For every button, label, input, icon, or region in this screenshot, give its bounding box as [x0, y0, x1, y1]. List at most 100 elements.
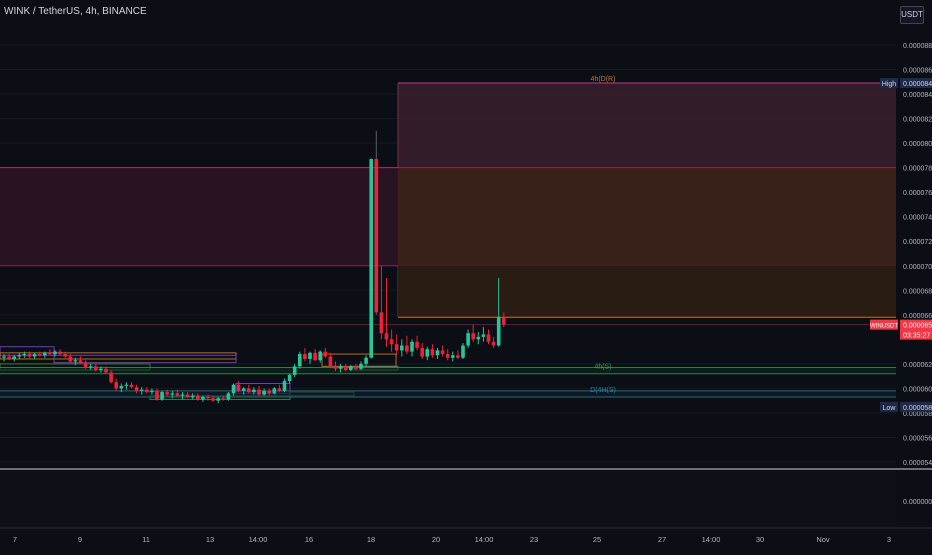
candle-body — [287, 374, 292, 382]
price-tick-label: 0.0000800 — [903, 141, 932, 148]
candle-body — [134, 387, 139, 391]
candle-body — [257, 389, 261, 395]
candle-body — [333, 366, 338, 369]
candle-body — [63, 354, 67, 357]
candle-body — [502, 317, 506, 325]
candle-body — [267, 390, 271, 394]
support-zone-label: 4h(S) — [594, 364, 611, 371]
candle-body — [2, 356, 6, 358]
candle-body — [247, 388, 251, 393]
candle — [226, 392, 231, 401]
candle-body — [445, 354, 450, 358]
candle-body — [456, 355, 460, 358]
candle-body — [170, 393, 175, 395]
candle-body — [241, 388, 246, 391]
price-tick-label: 0.0000620 — [903, 362, 932, 369]
time-tick-label: 27 — [658, 535, 666, 544]
candle — [369, 157, 373, 359]
candle-body — [272, 388, 277, 394]
candle-body — [37, 354, 42, 356]
candle-body — [400, 345, 404, 351]
candle-body — [461, 345, 465, 358]
price-tick-label: 0.0000660 — [903, 313, 932, 320]
candle-body — [389, 339, 394, 345]
candle-body — [471, 333, 475, 340]
last-value: 0.0000652 — [903, 323, 932, 330]
candle-body — [384, 333, 389, 340]
candle-body — [43, 352, 47, 356]
currency-button[interactable]: USDT — [900, 6, 924, 24]
candle-body — [17, 355, 22, 357]
candle-body — [282, 381, 287, 391]
low-label: Low — [883, 405, 897, 412]
high-value: 0.0000849 — [903, 81, 932, 88]
candle-body — [476, 336, 481, 340]
candle-body — [425, 349, 430, 357]
time-tick-label: 7 — [13, 535, 17, 544]
candle-body — [318, 351, 322, 361]
candle-body — [216, 398, 220, 401]
candle-body — [206, 396, 210, 399]
candle-body — [379, 312, 384, 334]
time-tick-label: 11 — [142, 535, 150, 544]
candle-body — [491, 341, 496, 346]
last-symbol: WINUSDT — [870, 324, 898, 330]
candle-body — [303, 354, 307, 359]
demand-zone — [398, 265, 896, 318]
candle-body — [7, 356, 11, 359]
candle-body — [486, 334, 491, 342]
candle-body — [78, 360, 83, 363]
candle-body — [466, 333, 470, 346]
candle-body — [68, 356, 73, 362]
candle-body — [27, 354, 32, 357]
candle-body — [349, 366, 353, 371]
candle-body — [12, 356, 16, 359]
time-tick-label: 23 — [530, 535, 538, 544]
candle-body — [252, 389, 256, 393]
candle-body — [221, 398, 226, 400]
candle-body — [190, 395, 195, 397]
time-tick-label: 20 — [432, 535, 440, 544]
chart-stage[interactable]: 4h(D(R) 4h(S) D(4H(S) 0.0000880 0.0000860 0.0… — [0, 0, 932, 550]
candle-body — [277, 388, 282, 391]
price-chart[interactable]: 4h(D(R) 4h(S) D(4H(S) 0.0000880 0.0000860 0.0… — [0, 0, 932, 550]
time-tick-label: 13 — [206, 535, 214, 544]
candle-body — [354, 366, 358, 369]
support-zone — [0, 367, 896, 374]
price-tick-label: 0.0000740 — [903, 215, 932, 222]
supply-zone-label: 4h(D(R) — [591, 76, 616, 83]
candle-body — [83, 362, 88, 368]
time-tick-label: 9 — [78, 535, 82, 544]
candle-body — [338, 366, 343, 369]
candle-body — [343, 366, 348, 371]
price-tick-label: 0.0000840 — [903, 92, 932, 99]
overlap-zone — [398, 167, 896, 266]
candle — [298, 351, 302, 369]
indicator-pane — [0, 470, 896, 528]
candle-body — [364, 357, 368, 364]
candle-body — [32, 354, 37, 357]
candle-body — [73, 360, 78, 362]
candle-body — [440, 350, 445, 355]
time-tick-label: Nov — [816, 535, 830, 544]
high-label: High — [882, 81, 897, 88]
candle-body — [88, 366, 93, 368]
price-tick-label: 0.0000540 — [903, 460, 932, 467]
time-tick-label: 14:00 — [249, 535, 268, 544]
price-tick-label: 0.0000760 — [903, 190, 932, 197]
candle-body — [496, 317, 501, 346]
time-tick-label: 14:00 — [475, 535, 494, 544]
candle-body — [292, 366, 297, 375]
candle-body — [226, 393, 231, 400]
price-tick-label: 0.0000820 — [903, 117, 932, 124]
price-tick-label: 0.0000780 — [903, 166, 932, 173]
lower-zone-label: D(4H(S) — [590, 387, 616, 394]
candle-body — [369, 159, 373, 358]
candle-body — [109, 372, 113, 383]
candle-body — [328, 356, 333, 367]
candle-body — [185, 394, 190, 397]
candle-body — [150, 390, 154, 393]
candle-body — [22, 354, 27, 356]
countdown: 03:35:27 — [903, 333, 930, 340]
candle-body — [145, 389, 149, 393]
